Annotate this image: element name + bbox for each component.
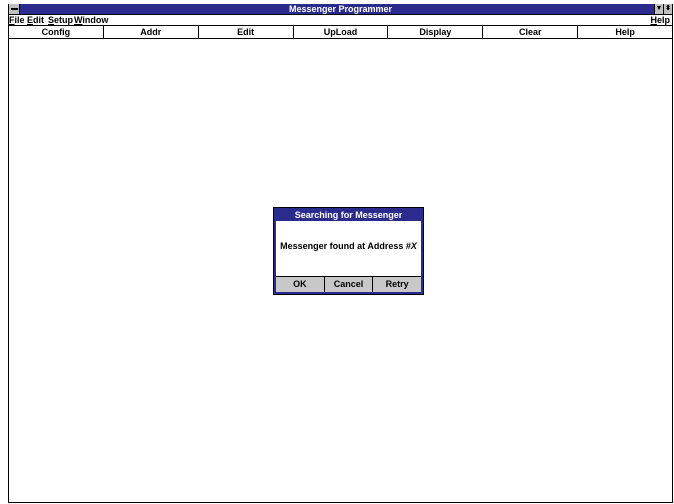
- menu-bar: File Edit Setup Window Help: [9, 15, 672, 26]
- toolbar: Config Addr Edit UpLoad Display Clear He…: [9, 26, 672, 39]
- menu-help[interactable]: Help: [650, 15, 670, 26]
- addr-button[interactable]: Addr: [104, 26, 199, 38]
- config-button[interactable]: Config: [9, 26, 104, 38]
- minimize-arrow-icon[interactable]: ▼: [654, 4, 663, 14]
- help-button[interactable]: Help: [578, 26, 672, 38]
- dialog-message-address: X: [410, 241, 417, 251]
- search-dialog: Searching for Messenger Messenger found …: [273, 207, 424, 295]
- edit-button[interactable]: Edit: [199, 26, 294, 38]
- upload-button[interactable]: UpLoad: [294, 26, 389, 38]
- display-button[interactable]: Display: [388, 26, 484, 38]
- title-bar[interactable]: Messenger Programmer ▼ ⬍: [9, 4, 672, 15]
- menu-setup[interactable]: Setup: [48, 15, 73, 26]
- menu-edit[interactable]: Edit: [27, 15, 44, 26]
- dialog-button-row: OK Cancel Retry: [276, 276, 422, 292]
- retry-button[interactable]: Retry: [373, 277, 422, 292]
- main-window: Messenger Programmer ▼ ⬍ File Edit Setup…: [8, 4, 673, 503]
- cancel-button[interactable]: Cancel: [324, 277, 374, 292]
- restore-arrows-icon[interactable]: ⬍: [663, 4, 672, 14]
- dialog-message: Messenger found at Address #X: [276, 241, 421, 251]
- dialog-message-text: Messenger found at Address #: [280, 241, 411, 251]
- menu-window[interactable]: Window: [74, 15, 108, 26]
- dialog-title[interactable]: Searching for Messenger: [276, 210, 421, 221]
- ok-button[interactable]: OK: [276, 277, 325, 292]
- window-title: Messenger Programmer: [288, 4, 393, 14]
- clear-button[interactable]: Clear: [483, 26, 579, 38]
- menu-file[interactable]: File: [9, 15, 25, 26]
